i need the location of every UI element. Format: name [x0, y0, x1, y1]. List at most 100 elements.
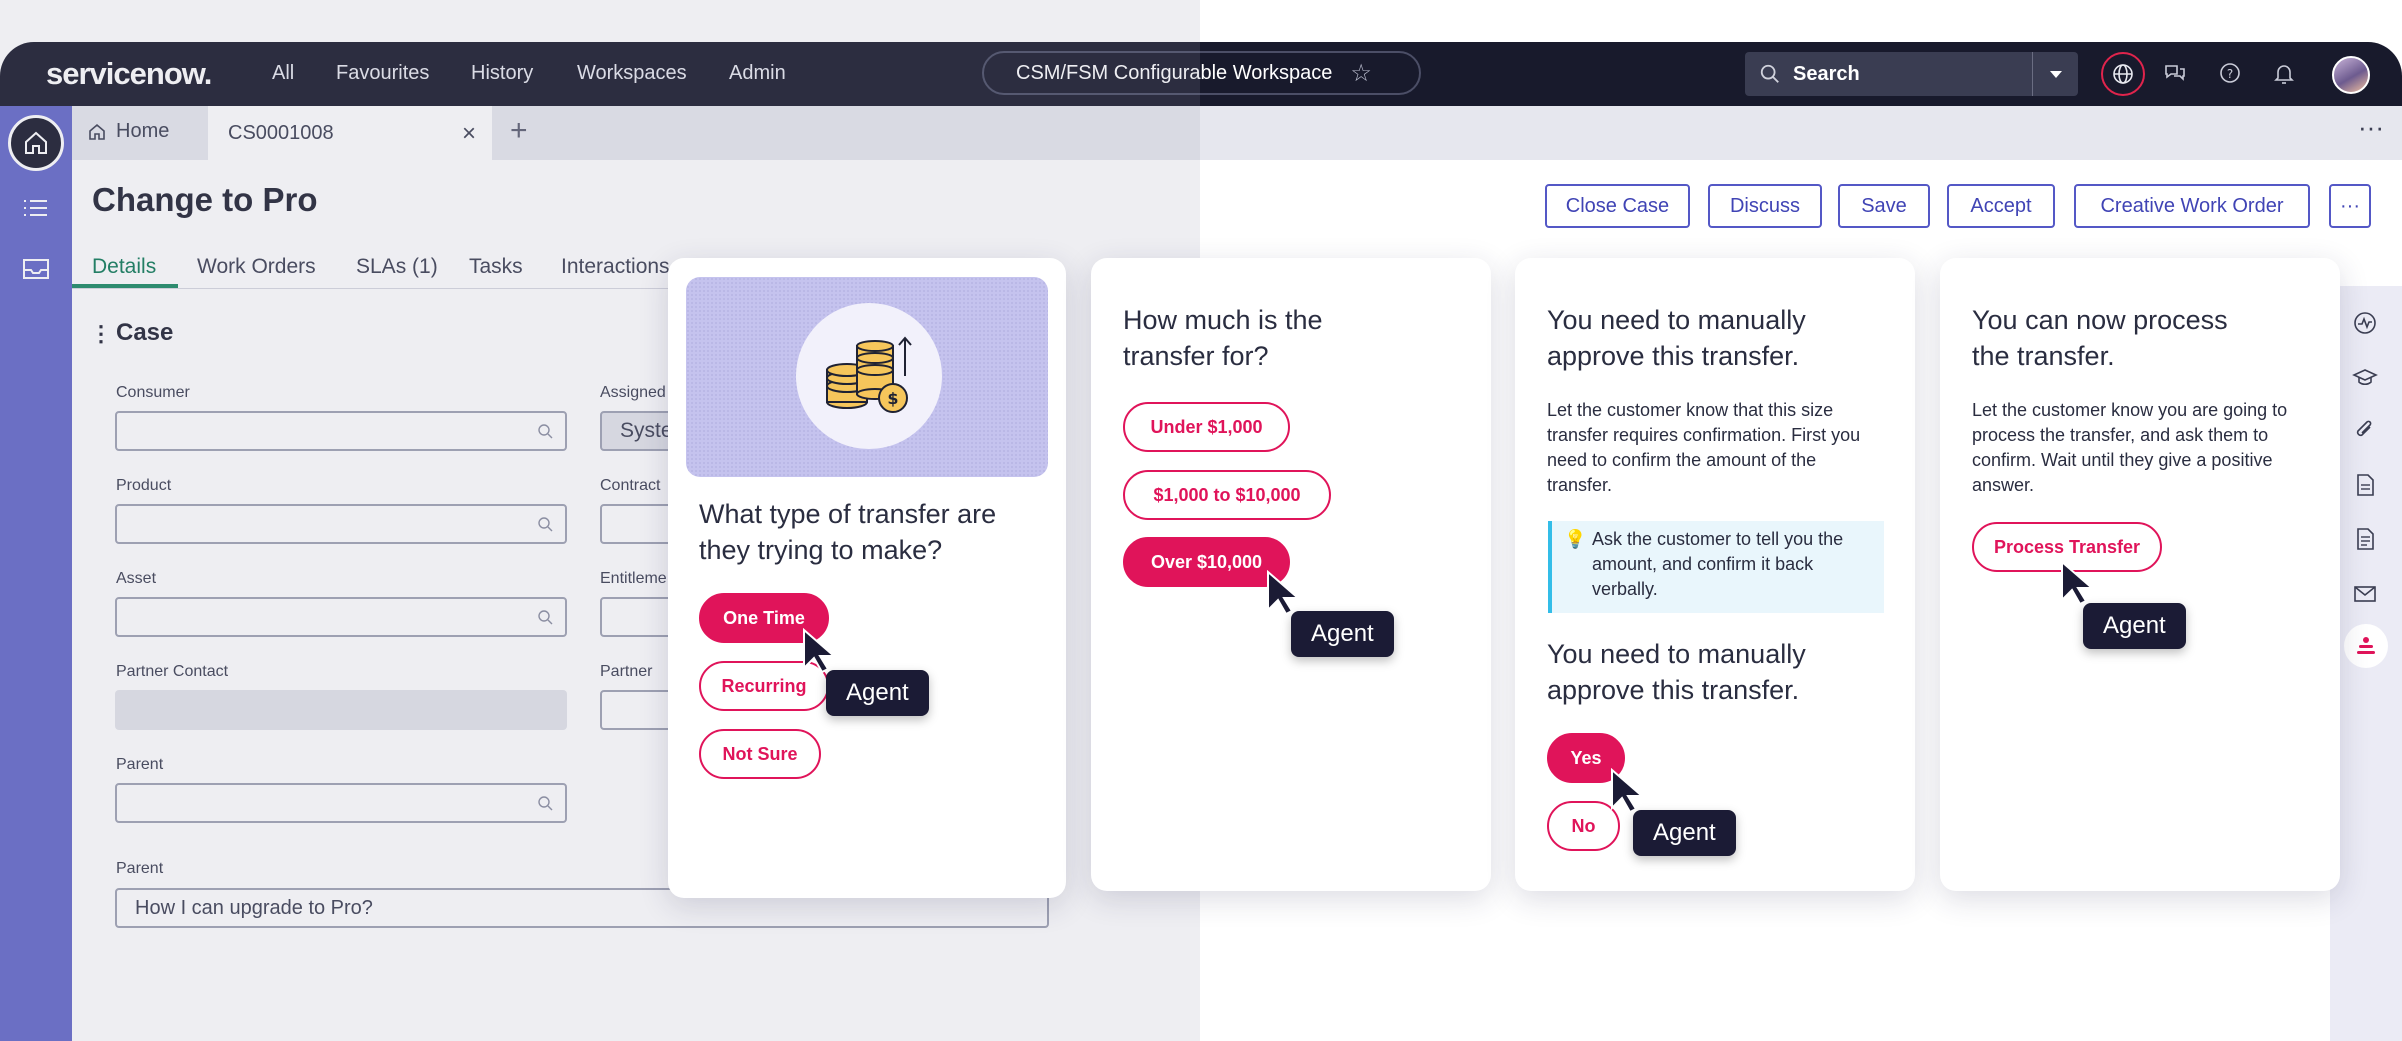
entitlement-label: Entitleme: [600, 570, 667, 587]
globe-icon: [2113, 64, 2133, 84]
page-title: Change to Pro: [92, 181, 318, 218]
lightbulb-icon: 💡: [1564, 529, 1587, 549]
mouse-cursor-icon: [2061, 560, 2095, 606]
parent-field[interactable]: [115, 783, 567, 823]
caret-down-icon: [2049, 71, 2062, 78]
tab-home-label: Home: [116, 120, 170, 142]
nav-favourites[interactable]: Favourites: [336, 62, 429, 85]
close-tab-icon[interactable]: ×: [462, 120, 476, 148]
save-button[interactable]: Save: [1838, 184, 1930, 228]
tab-details[interactable]: Details: [92, 255, 156, 279]
svg-text:?: ?: [2227, 67, 2233, 81]
email-icon[interactable]: [2352, 580, 2378, 606]
record-document-icon[interactable]: [2352, 526, 2378, 552]
top-nav-bar: servicenow. All Favourites History Works…: [0, 42, 2402, 106]
tab-work-orders[interactable]: Work Orders: [197, 255, 316, 279]
global-search[interactable]: Search: [1745, 52, 2078, 96]
lookup-search-icon[interactable]: [537, 516, 553, 532]
section-menu-icon[interactable]: ⋮: [90, 321, 112, 347]
more-tabs-icon[interactable]: ···: [2358, 112, 2384, 143]
guidance-icon: [2357, 637, 2375, 654]
agent-label-1: Agent: [826, 670, 929, 716]
manual-approval-heading-2: You need to manually approve this transf…: [1547, 639, 1806, 705]
nav-all[interactable]: All: [272, 62, 294, 85]
favorite-star-icon[interactable]: ☆: [1350, 59, 1372, 88]
inbox-icon[interactable]: [20, 252, 52, 284]
tab-tasks[interactable]: Tasks: [469, 255, 523, 279]
notifications-bell-icon[interactable]: [2271, 60, 2297, 86]
coins-dollar-icon: $: [826, 336, 912, 413]
lookup-search-icon[interactable]: [537, 609, 553, 625]
guidance-tip: 💡 Ask the customer to tell you the amoun…: [1548, 521, 1884, 613]
option-over-10000[interactable]: Over $10,000: [1123, 537, 1290, 587]
partner-contact-field: [115, 690, 567, 730]
product-field[interactable]: [115, 504, 567, 544]
search-label: Search: [1793, 62, 1860, 85]
lookup-search-icon[interactable]: [537, 423, 553, 439]
option-1000-to-10000[interactable]: $1,000 to $10,000: [1123, 470, 1331, 520]
help-icon[interactable]: ?: [2217, 60, 2243, 86]
list-icon[interactable]: [20, 192, 52, 224]
asset-field[interactable]: [115, 597, 567, 637]
workspace-title-pill[interactable]: CSM/FSM Configurable Workspace ☆: [982, 51, 1421, 95]
user-avatar[interactable]: [2332, 56, 2370, 94]
more-actions-button[interactable]: ···: [2329, 184, 2371, 228]
knowledge-icon[interactable]: [2352, 364, 2378, 390]
left-rail: [0, 106, 72, 1041]
svg-text:$: $: [887, 389, 898, 408]
home-icon: [25, 131, 47, 154]
nav-history[interactable]: History: [471, 62, 533, 85]
accept-button[interactable]: Accept: [1947, 184, 2055, 228]
workspace-title: CSM/FSM Configurable Workspace: [1016, 61, 1333, 84]
option-under-1000[interactable]: Under $1,000: [1123, 402, 1290, 452]
process-transfer-heading: You can now process the transfer.: [1972, 305, 2228, 371]
language-button[interactable]: [2101, 52, 2145, 96]
consumer-label: Consumer: [116, 384, 190, 401]
tab-case-label: CS0001008: [228, 121, 334, 144]
discuss-button[interactable]: Discuss: [1708, 184, 1822, 228]
transfer-type-question: What type of transfer are they trying to…: [699, 499, 997, 565]
nav-workspaces[interactable]: Workspaces: [577, 62, 687, 85]
rail-home-button[interactable]: [8, 115, 64, 171]
guidance-tip-text: Ask the customer to tell you the amount,…: [1592, 529, 1844, 599]
agent-label-4: Agent: [2083, 603, 2186, 649]
servicenow-logo[interactable]: servicenow.: [46, 56, 212, 92]
close-case-button[interactable]: Close Case: [1545, 184, 1690, 228]
search-icon: [1760, 64, 1779, 83]
mouse-cursor-icon: [1267, 570, 1301, 616]
activity-icon[interactable]: [2352, 310, 2378, 336]
process-transfer-body: Let the customer know you are going to p…: [1972, 400, 2288, 495]
search-scope-dropdown[interactable]: [2032, 52, 2078, 96]
manual-approval-heading: You need to manually approve this transf…: [1547, 305, 1806, 371]
asset-label: Asset: [116, 570, 157, 587]
option-not-sure[interactable]: Not Sure: [699, 729, 821, 779]
assigned-value: Syste: [620, 419, 673, 442]
contract-label: Contract: [600, 477, 661, 494]
section-title: Case: [116, 319, 174, 346]
guidance-button[interactable]: [2344, 624, 2388, 668]
chat-icon[interactable]: [2162, 60, 2188, 86]
agent-label-2: Agent: [1291, 611, 1394, 657]
nav-admin[interactable]: Admin: [729, 62, 786, 85]
document-icon[interactable]: [2352, 472, 2378, 498]
assigned-label: Assigned: [600, 384, 666, 401]
mouse-cursor-icon: [1611, 768, 1645, 814]
add-tab-icon[interactable]: +: [510, 114, 528, 148]
home-icon: [89, 123, 105, 140]
tab-home[interactable]: Home: [88, 120, 169, 143]
lookup-search-icon[interactable]: [537, 795, 553, 811]
workspace-tab-strip: Home CS0001008 × + ···: [72, 106, 2402, 160]
agent-label-3: Agent: [1633, 810, 1736, 856]
tab-case-record[interactable]: CS0001008 ×: [208, 106, 492, 160]
right-context-rail: [2330, 286, 2402, 1041]
coins-illustration: $: [686, 277, 1048, 477]
consumer-field[interactable]: [115, 411, 567, 451]
partner-label: Partner: [600, 663, 653, 680]
parent-description-label: Parent: [116, 860, 164, 877]
tab-interactions[interactable]: Interactions: [561, 255, 670, 279]
tab-slas[interactable]: SLAs (1): [356, 255, 438, 279]
creative-work-order-button[interactable]: Creative Work Order: [2074, 184, 2310, 228]
partner-contact-label: Partner Contact: [116, 663, 229, 680]
attachment-icon[interactable]: [2352, 418, 2378, 444]
transfer-amount-question: How much is the transfer for?: [1123, 305, 1323, 371]
